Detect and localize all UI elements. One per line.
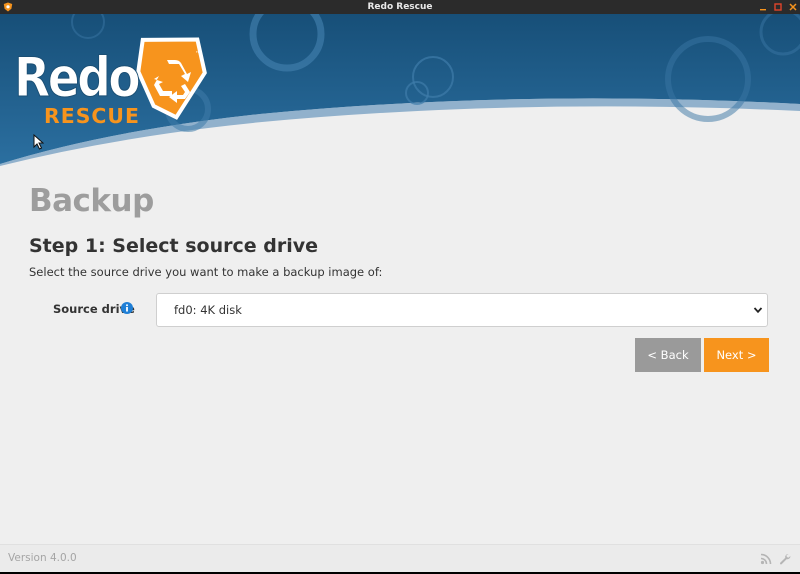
header-banner: ™ Redo RESCUE: [0, 14, 800, 166]
logo-subword: RESCUE: [44, 104, 140, 128]
source-drive-row: Source drive fd0: 4K disk: [29, 293, 769, 327]
logo-mark: ™: [195, 50, 202, 58]
title-bar: Redo Rescue: [0, 0, 800, 14]
wrench-icon[interactable]: [779, 553, 791, 565]
main-content: Backup Step 1: Select source drive Selec…: [29, 182, 769, 372]
mouse-cursor-icon: [33, 134, 44, 150]
back-button[interactable]: < Back: [635, 338, 701, 372]
window-title: Redo Rescue: [367, 2, 433, 12]
chevron-down-icon: [753, 307, 763, 314]
version-label: Version 4.0.0: [8, 552, 77, 564]
minimize-button[interactable]: [757, 1, 769, 13]
maximize-icon: [774, 3, 782, 11]
next-button[interactable]: Next >: [704, 338, 769, 372]
page-title: Backup: [29, 183, 154, 219]
feed-icon[interactable]: [760, 553, 772, 565]
app-window: ™ Redo RESCUE Backup Step 1: Select sour…: [0, 14, 800, 572]
close-icon: [789, 3, 797, 11]
redo-rescue-logo: ™ Redo RESCUE: [14, 37, 207, 128]
minimize-icon: [760, 9, 766, 11]
status-bar: Version 4.0.0: [0, 544, 800, 572]
source-drive-value: fd0: 4K disk: [174, 303, 242, 317]
source-drive-select[interactable]: fd0: 4K disk: [156, 293, 768, 327]
info-icon[interactable]: [121, 302, 133, 314]
maximize-button[interactable]: [772, 1, 784, 13]
step-title: Step 1: Select source drive: [29, 235, 319, 257]
logo-word: Redo: [14, 46, 139, 109]
close-button[interactable]: [787, 1, 799, 13]
step-description: Select the source drive you want to make…: [29, 265, 383, 279]
